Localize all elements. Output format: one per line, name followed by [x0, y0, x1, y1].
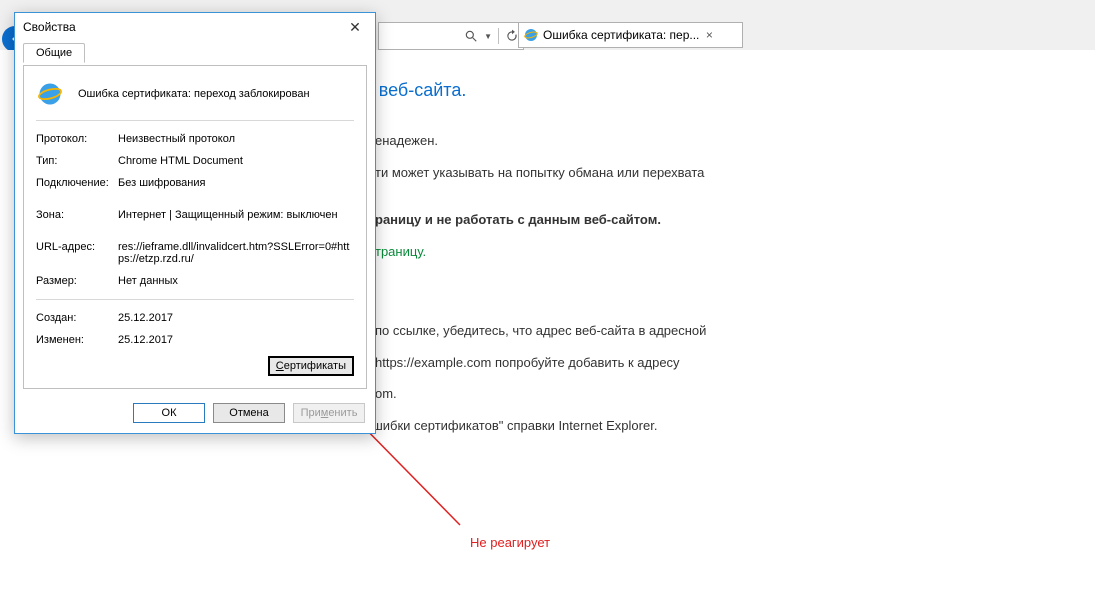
dialog-title: Свойства [23, 20, 76, 34]
tab-strip: Ошибка сертификата: пер... × [518, 22, 743, 48]
label-connection: Подключение: [36, 177, 118, 189]
separator [36, 299, 354, 300]
page-line-4: по ссылке, убедитесь, что адрес веб-сайт… [375, 321, 1040, 341]
dialog-header-row: Ошибка сертификата: переход заблокирован [36, 76, 354, 121]
dropdown-icon[interactable]: ▼ [484, 32, 492, 41]
dialog-close-button[interactable]: ✕ [343, 19, 367, 36]
cancel-button[interactable]: Отмена [213, 403, 285, 423]
search-icon[interactable] [464, 29, 478, 43]
label-zone: Зона: [36, 209, 118, 221]
value-protocol: Неизвестный протокол [118, 133, 354, 145]
label-type: Тип: [36, 155, 118, 167]
page-line-2: ти может указывать на попытку обмана или… [375, 163, 1040, 183]
label-url: URL-адрес: [36, 241, 118, 265]
ok-button[interactable]: ОК [133, 403, 205, 423]
dialog-tabset: Общие [23, 43, 367, 65]
dialog-footer: ОК Отмена Применить [15, 397, 375, 433]
dialog-doc-title: Ошибка сертификата: переход заблокирован [78, 88, 310, 100]
page-line-5a: https://example.com попробуйте добавить … [375, 353, 1040, 373]
label-modified: Изменен: [36, 334, 118, 346]
apply-button: Применить [293, 403, 365, 423]
page-line-5b: om. [375, 384, 1040, 404]
certificates-label: ертификаты [284, 360, 346, 372]
ie-icon [36, 80, 64, 108]
refresh-icon[interactable] [505, 29, 519, 43]
tab-title: Ошибка сертификата: пер... [543, 28, 699, 42]
value-connection: Без шифрования [118, 177, 354, 189]
annotation-text: Не реагирует [470, 535, 550, 550]
label-protocol: Протокол: [36, 133, 118, 145]
dialog-panel: Ошибка сертификата: переход заблокирован… [23, 65, 367, 389]
address-bar[interactable]: ▼ [378, 22, 524, 50]
value-size: Нет данных [118, 275, 354, 287]
panel-button-row: Сертификаты [36, 356, 354, 376]
label-size: Размер: [36, 275, 118, 287]
certificates-button[interactable]: Сертификаты [268, 356, 354, 376]
close-page-link[interactable]: траницу. [375, 244, 426, 259]
label-created: Создан: [36, 312, 118, 324]
browser-tab[interactable]: Ошибка сертификата: пер... × [518, 22, 743, 48]
value-created: 25.12.2017 [118, 312, 354, 324]
page-line-3: раницу и не работать с данным веб-сайтом… [375, 210, 1040, 230]
properties-dialog: Свойства ✕ Общие Ошибка сертификата: пер… [14, 12, 376, 434]
value-type: Chrome HTML Document [118, 155, 354, 167]
value-modified: 25.12.2017 [118, 334, 354, 346]
value-zone: Интернет | Защищенный режим: выключен [118, 209, 354, 221]
dialog-titlebar[interactable]: Свойства ✕ [15, 13, 375, 41]
page-close-link: траницу. [375, 242, 1040, 262]
separator [498, 28, 499, 44]
tab-general[interactable]: Общие [23, 43, 85, 63]
page-line-1: енадежен. [375, 131, 1040, 151]
ie-icon [523, 27, 539, 43]
properties-grid: Протокол: Неизвестный протокол Тип: Chro… [36, 133, 354, 346]
tab-close-button[interactable]: × [703, 28, 715, 42]
value-url: res://ieframe.dll/invalidcert.htm?SSLErr… [118, 241, 354, 265]
